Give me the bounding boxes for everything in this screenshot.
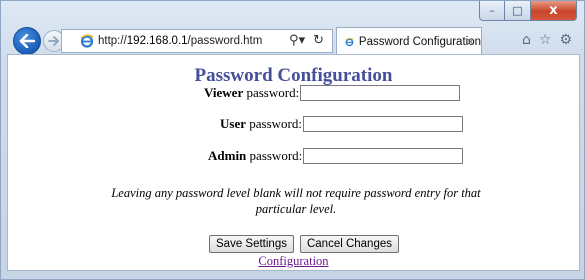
browser-window: – □ x http://192.168.0.1/password.htm ⚲▾… xyxy=(0,0,585,280)
admin-password-field[interactable] xyxy=(303,148,464,164)
viewer-password-field[interactable] xyxy=(300,85,461,101)
admin-password-row: Admin password: xyxy=(208,147,464,165)
window-caption-buttons: – □ x xyxy=(479,1,577,23)
user-password-label: User password: xyxy=(220,116,302,131)
tab-label: Password Configuration xyxy=(358,35,481,48)
back-button[interactable] xyxy=(13,27,41,55)
form-buttons: Save Settings Cancel Changes xyxy=(209,235,399,253)
settings-gear-icon[interactable]: ⚙ xyxy=(559,32,572,48)
browser-right-icons: ⌂ ☆ ⚙ xyxy=(522,32,572,48)
configuration-link-row: Configuration xyxy=(8,254,579,269)
page-content: Password Configuration Viewer password: … xyxy=(7,54,580,271)
maximize-button[interactable]: □ xyxy=(505,1,531,21)
navigation-bar: http://192.168.0.1/password.htm ⚲▾ ↻ Pas… xyxy=(1,23,585,55)
user-password-field[interactable] xyxy=(302,116,463,132)
viewer-password-label: Viewer password: xyxy=(204,85,300,100)
tab-password-configuration[interactable]: Password Configuration × xyxy=(336,27,482,55)
close-window-button[interactable]: x xyxy=(531,1,577,21)
back-arrow-icon xyxy=(19,34,35,48)
save-settings-button[interactable]: Save Settings xyxy=(209,235,294,253)
user-password-row: User password: xyxy=(220,115,463,133)
address-tools: ⚲▾ ↻ xyxy=(289,33,324,48)
favorites-star-icon[interactable]: ☆ xyxy=(539,32,552,48)
minimize-button[interactable]: – xyxy=(479,1,505,21)
home-icon[interactable]: ⌂ xyxy=(522,32,531,48)
tab-close-icon[interactable]: × xyxy=(466,35,475,48)
search-icon[interactable]: ⚲▾ xyxy=(289,33,305,48)
forward-arrow-icon xyxy=(48,36,59,46)
ie-page-icon xyxy=(80,34,94,48)
admin-password-label: Admin password: xyxy=(208,148,303,163)
viewer-password-row: Viewer password: xyxy=(204,84,461,102)
refresh-icon[interactable]: ↻ xyxy=(313,33,324,48)
ie-tab-icon xyxy=(345,37,354,46)
blank-password-note: Leaving any password level blank will no… xyxy=(111,186,481,216)
configuration-link[interactable]: Configuration xyxy=(258,254,328,268)
address-bar[interactable]: http://192.168.0.1/password.htm ⚲▾ ↻ xyxy=(61,29,333,53)
address-url: http://192.168.0.1/password.htm xyxy=(98,35,263,47)
cancel-changes-button[interactable]: Cancel Changes xyxy=(299,235,399,253)
